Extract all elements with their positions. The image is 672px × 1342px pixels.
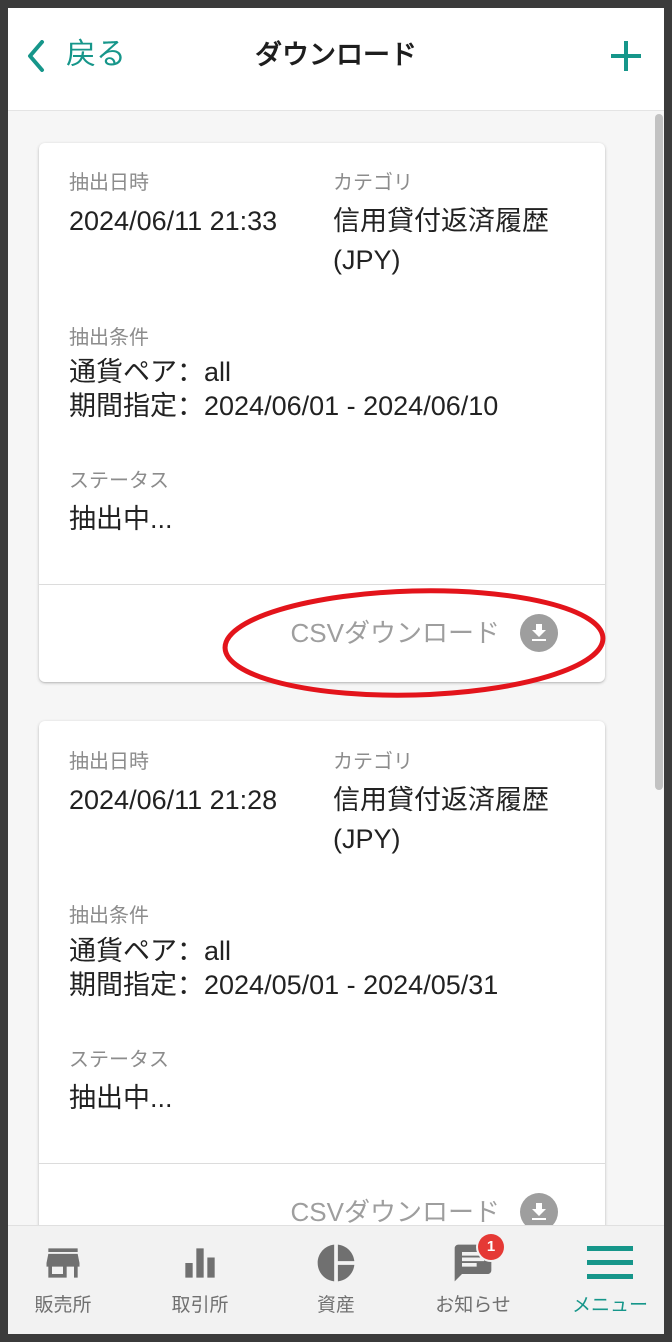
category-label: カテゴリ	[333, 751, 413, 773]
date-value: 2024/06/11 21:33	[69, 206, 278, 236]
conditions-label: 抽出条件	[69, 327, 149, 349]
status-value: 抽出中...	[69, 1083, 173, 1113]
download-card: 抽出日時 2024/06/11 21:28 カテゴリ 信用貸付返済履歴 (JPY…	[39, 721, 605, 1225]
condition-period: 期間指定：2024/06/01 - 2024/06/10	[69, 391, 499, 421]
nav-label: 取引所	[171, 1295, 229, 1316]
conditions-label: 抽出条件	[69, 905, 149, 927]
card-divider	[39, 1163, 605, 1164]
nav-item-assets[interactable]: 資産	[282, 1226, 390, 1334]
store-icon	[46, 1248, 80, 1278]
csv-download-button[interactable]: CSVダウンロード	[291, 1193, 558, 1225]
condition-currency-pair: 通貨ペア：all	[69, 936, 232, 966]
category-label: カテゴリ	[333, 172, 413, 194]
plus-icon	[611, 41, 641, 71]
nav-label: お知らせ	[435, 1295, 511, 1316]
download-circle-icon	[520, 1193, 558, 1225]
status-label: ステータス	[69, 1049, 169, 1071]
csv-download-label: CSVダウンロード	[290, 1197, 500, 1225]
nav-label: 販売所	[34, 1295, 92, 1316]
nav-item-store[interactable]: 販売所	[9, 1226, 117, 1334]
condition-currency-pair: 通貨ペア：all	[69, 357, 232, 387]
card-divider	[39, 584, 605, 585]
app-screen: 戻る ダウンロード 抽出日時 2024/06/11 21:33 カテゴリ 信用貸…	[8, 8, 664, 1334]
download-circle-icon	[520, 614, 558, 652]
status-value: 抽出中...	[69, 504, 173, 534]
condition-period: 期間指定：2024/05/01 - 2024/05/31	[69, 970, 499, 1000]
category-value: 信用貸付返済履歴	[333, 206, 549, 236]
add-button[interactable]	[604, 34, 648, 78]
pie-chart-icon	[317, 1244, 355, 1282]
csv-download-button[interactable]: CSVダウンロード	[291, 614, 558, 652]
scrollbar-thumb[interactable]	[655, 114, 663, 790]
nav-item-exchange[interactable]: 取引所	[146, 1226, 254, 1334]
bottom-nav: 販売所 取引所 資産 1 お知らせ メニュー	[8, 1225, 664, 1334]
download-list[interactable]: 抽出日時 2024/06/11 21:33 カテゴリ 信用貸付返済履歴 (JPY…	[8, 111, 664, 1225]
category-currency: (JPY)	[333, 824, 401, 854]
csv-download-label: CSVダウンロード	[290, 618, 500, 648]
notification-badge: 1	[478, 1234, 504, 1260]
menu-icon	[587, 1246, 633, 1279]
category-currency: (JPY)	[333, 245, 401, 275]
nav-label: メニュー	[571, 1295, 648, 1316]
status-label: ステータス	[69, 470, 169, 492]
bar-chart-icon	[185, 1248, 215, 1278]
date-value: 2024/06/11 21:28	[69, 785, 278, 815]
page-title: ダウンロード	[255, 40, 417, 70]
top-bar: 戻る ダウンロード	[8, 8, 664, 111]
download-card: 抽出日時 2024/06/11 21:33 カテゴリ 信用貸付返済履歴 (JPY…	[39, 143, 605, 682]
category-value: 信用貸付返済履歴	[333, 785, 549, 815]
date-label: 抽出日時	[69, 172, 149, 194]
nav-label: 資産	[316, 1295, 355, 1316]
nav-item-notifications[interactable]: 1 お知らせ	[419, 1226, 527, 1334]
date-label: 抽出日時	[69, 751, 149, 773]
nav-item-menu[interactable]: メニュー	[556, 1226, 664, 1334]
